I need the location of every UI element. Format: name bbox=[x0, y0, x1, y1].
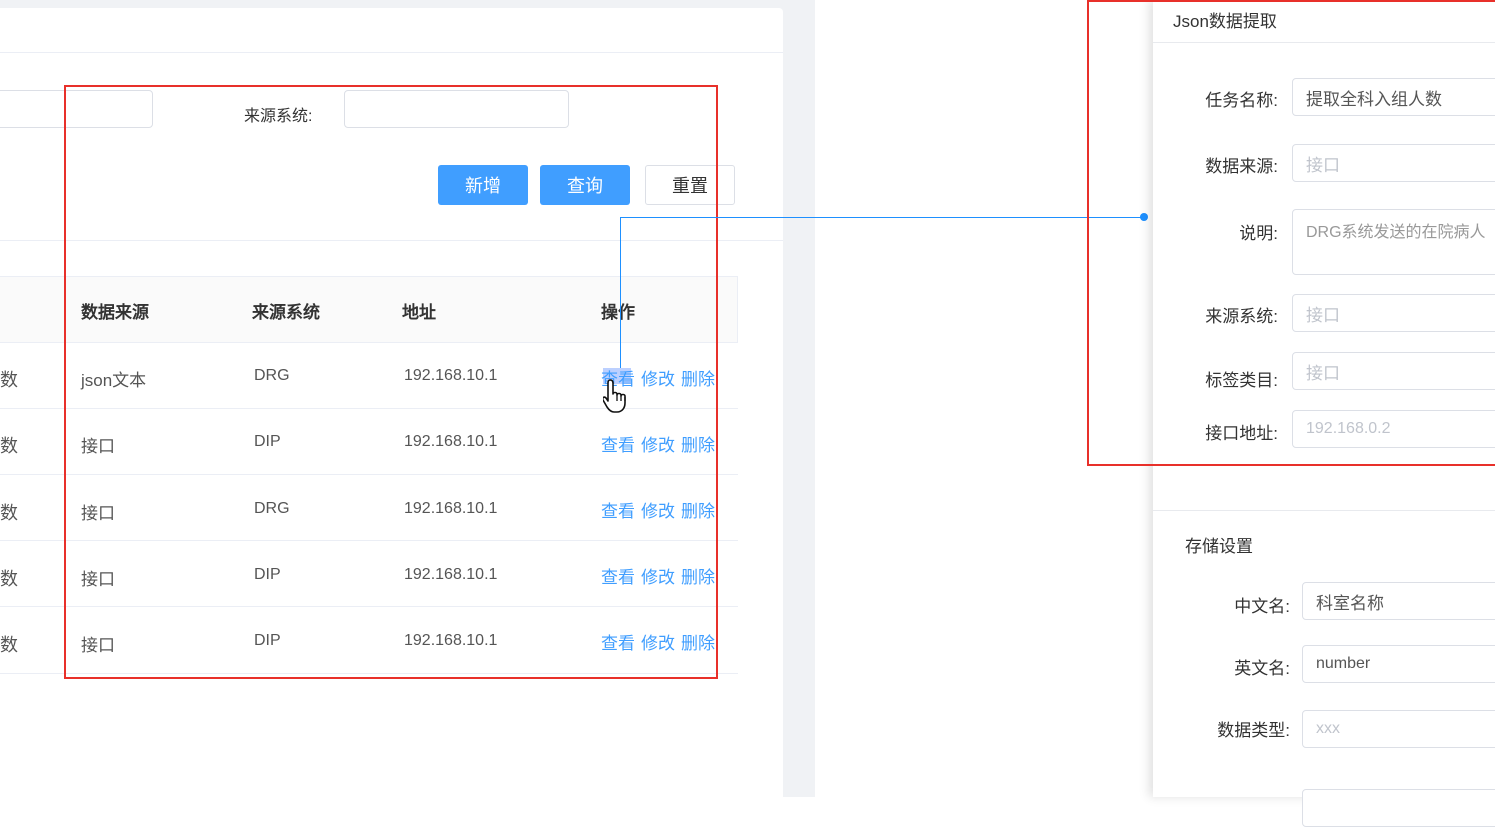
cn-name-label: 中文名: bbox=[1234, 597, 1290, 616]
query-button[interactable]: 查询 bbox=[540, 165, 630, 205]
source-system-filter-input[interactable] bbox=[344, 90, 569, 128]
edit-link[interactable]: 修改 bbox=[641, 497, 675, 522]
edit-link[interactable]: 修改 bbox=[641, 629, 675, 654]
hand-pointer-icon bbox=[603, 379, 626, 413]
address-cell: 192.168.10.1 bbox=[404, 433, 498, 450]
connector-line bbox=[620, 218, 621, 368]
data-type-input[interactable]: xxx bbox=[1302, 710, 1495, 748]
source-system-input[interactable]: 接口 bbox=[1292, 294, 1495, 332]
view-link[interactable]: 查看 bbox=[601, 563, 635, 588]
data-source-cell: 接口 bbox=[81, 570, 115, 589]
task-name-label: 任务名称: bbox=[1205, 91, 1278, 110]
tag-category-input[interactable]: 接口 bbox=[1292, 352, 1495, 390]
task-name-cell: 数 bbox=[0, 370, 18, 390]
data-type-label: 数据类型: bbox=[1217, 721, 1290, 740]
cn-name-input[interactable]: 科室名称 bbox=[1302, 582, 1495, 620]
view-link[interactable]: 查看 bbox=[601, 497, 635, 522]
description-textarea[interactable]: DRG系统发送的在院病人 bbox=[1292, 209, 1495, 275]
connector-line bbox=[620, 217, 1145, 218]
tag-category-label: 标签类目: bbox=[1205, 371, 1278, 390]
address-cell: 192.168.10.1 bbox=[404, 632, 498, 649]
delete-link[interactable]: 删除 bbox=[681, 497, 715, 522]
delete-link[interactable]: 删除 bbox=[681, 563, 715, 588]
source-system-cell: DIP bbox=[254, 632, 281, 649]
api-address-label: 接口地址: bbox=[1205, 424, 1278, 443]
column-header-data-source: 数据来源 bbox=[81, 303, 149, 322]
source-system-cell: DRG bbox=[254, 367, 290, 384]
edit-link[interactable]: 修改 bbox=[641, 563, 675, 588]
data-source-cell: 接口 bbox=[81, 636, 115, 655]
delete-link[interactable]: 删除 bbox=[681, 431, 715, 456]
en-name-input[interactable]: number bbox=[1302, 645, 1495, 683]
column-header-address: 地址 bbox=[402, 303, 436, 322]
data-source-cell: json文本 bbox=[81, 371, 147, 390]
task-name-cell: 数 bbox=[0, 503, 18, 523]
task-name-input[interactable]: 提取全科入组人数 bbox=[1292, 78, 1495, 116]
divider bbox=[0, 240, 783, 241]
reset-button[interactable]: 重置 bbox=[645, 165, 735, 205]
drawer-title: Json数据提取 bbox=[1173, 12, 1277, 31]
data-source-cell: 接口 bbox=[81, 504, 115, 523]
en-name-label: 英文名: bbox=[1234, 659, 1290, 678]
view-link[interactable]: 查看 bbox=[601, 431, 635, 456]
edit-link[interactable]: 修改 bbox=[641, 431, 675, 456]
column-header-actions: 操作 bbox=[601, 303, 635, 322]
description-label: 说明: bbox=[1239, 224, 1278, 243]
task-name-cell: 数 bbox=[0, 436, 18, 456]
task-name-cell: 数 bbox=[0, 569, 18, 589]
connector-dot bbox=[1140, 213, 1148, 221]
source-system-cell: DRG bbox=[254, 500, 290, 517]
task-name-cell: 数 bbox=[0, 635, 18, 655]
source-system-cell: DIP bbox=[254, 433, 281, 450]
next-field-input[interactable] bbox=[1302, 789, 1495, 827]
divider bbox=[1153, 42, 1495, 43]
api-address-input[interactable]: 192.168.0.2 bbox=[1292, 410, 1495, 448]
delete-link[interactable]: 删除 bbox=[681, 365, 715, 390]
source-system-cell: DIP bbox=[254, 566, 281, 583]
storage-settings-title: 存储设置 bbox=[1185, 537, 1253, 556]
add-button[interactable]: 新增 bbox=[438, 165, 528, 205]
divider bbox=[0, 52, 783, 53]
delete-link[interactable]: 删除 bbox=[681, 629, 715, 654]
name-filter-input[interactable] bbox=[0, 90, 153, 128]
address-cell: 192.168.10.1 bbox=[404, 367, 498, 384]
data-source-cell: 接口 bbox=[81, 437, 115, 456]
address-cell: 192.168.10.1 bbox=[404, 500, 498, 517]
address-cell: 192.168.10.1 bbox=[404, 566, 498, 583]
edit-link[interactable]: 修改 bbox=[641, 365, 675, 390]
divider bbox=[1153, 510, 1495, 511]
source-system-label: 来源系统: bbox=[1205, 307, 1278, 326]
source-system-filter-label: 来源系统: bbox=[244, 108, 313, 125]
data-source-label: 数据来源: bbox=[1205, 157, 1278, 176]
data-source-input[interactable]: 接口 bbox=[1292, 144, 1495, 182]
view-link[interactable]: 查看 bbox=[601, 629, 635, 654]
column-header-source-system: 来源系统 bbox=[252, 303, 320, 322]
